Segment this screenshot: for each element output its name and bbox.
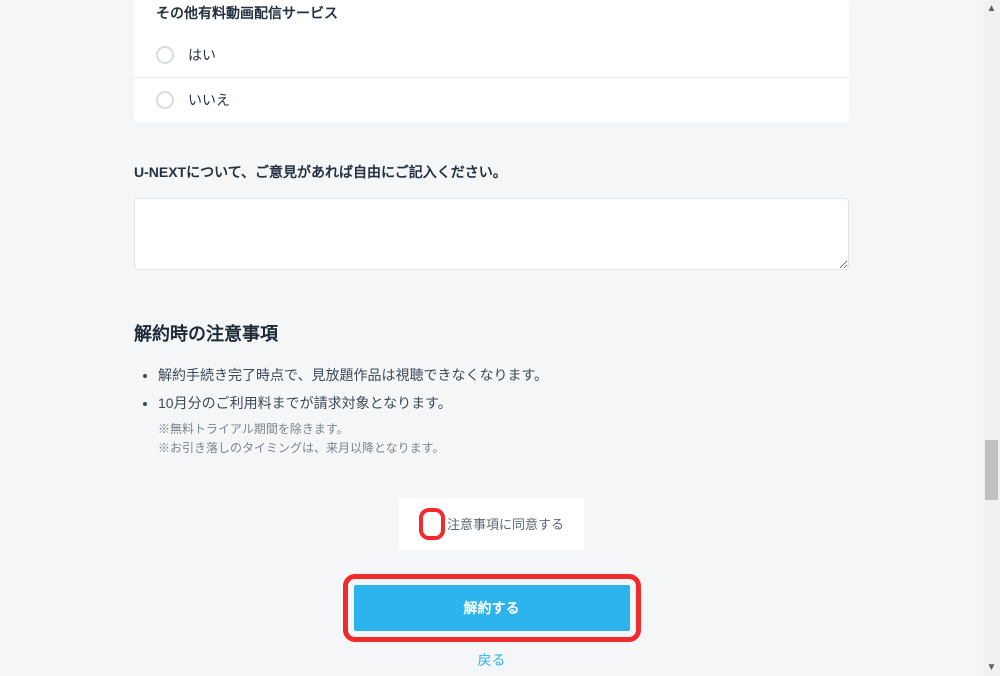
cancel-button-highlight: 解約する bbox=[343, 574, 641, 642]
cancel-notes-heading: 解約時の注意事項 bbox=[134, 320, 849, 346]
cancel-subnote: ※無料トライアル期間を除きます。 bbox=[158, 420, 849, 439]
cancel-notes-list: 解約手続き完了時点で、見放題作品は視聴できなくなります。 10月分のご利用料まで… bbox=[134, 364, 849, 416]
scroll-up-arrow-icon[interactable]: ▲ bbox=[983, 0, 1000, 17]
radio-option-no[interactable]: いいえ bbox=[134, 78, 849, 122]
radio-option-yes[interactable]: はい bbox=[134, 33, 849, 78]
consent-label: 注意事項に同意する bbox=[447, 514, 564, 533]
consent-checkbox-container[interactable]: 注意事項に同意する bbox=[399, 498, 584, 550]
back-link[interactable]: 戻る bbox=[478, 650, 506, 670]
list-item: 10月分のご利用料までが請求対象となります。 bbox=[158, 392, 849, 416]
scroll-down-arrow-icon[interactable]: ▼ bbox=[983, 659, 1000, 676]
survey-question-label: その他有料動画配信サービス bbox=[134, 0, 849, 33]
cancel-button[interactable]: 解約する bbox=[354, 585, 630, 631]
radio-label: はい bbox=[188, 45, 216, 65]
scrollbar-track[interactable]: ▲ ▼ bbox=[983, 0, 1000, 676]
list-item: 解約手続き完了時点で、見放題作品は視聴できなくなります。 bbox=[158, 364, 849, 388]
scrollbar-thumb[interactable] bbox=[985, 440, 998, 500]
cancel-subnote: ※お引き落しのタイミングは、来月以降となります。 bbox=[158, 439, 849, 458]
free-text-prompt: U-NEXTについて、ご意見があれば自由にご記入ください。 bbox=[134, 162, 849, 182]
radio-icon bbox=[156, 46, 174, 64]
feedback-textarea[interactable] bbox=[134, 198, 849, 270]
survey-other-service-card: その他有料動画配信サービス はい いいえ bbox=[134, 0, 849, 122]
consent-checkbox-highlight bbox=[419, 508, 445, 540]
radio-label: いいえ bbox=[188, 90, 230, 110]
radio-icon bbox=[156, 91, 174, 109]
